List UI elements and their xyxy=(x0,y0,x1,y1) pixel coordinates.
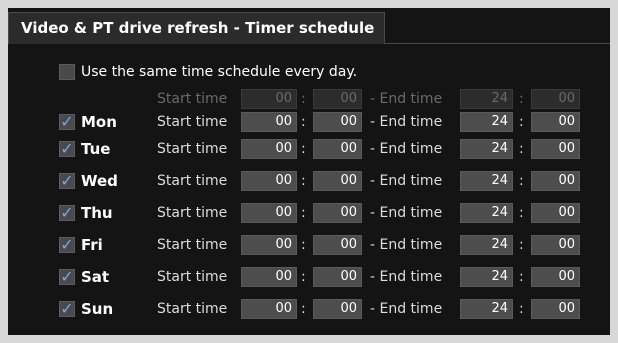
start-hour-field[interactable]: 00 xyxy=(241,112,297,132)
day-label: Sun xyxy=(81,300,114,318)
start-colon: : xyxy=(301,141,306,157)
same-schedule-checkbox[interactable] xyxy=(59,64,75,80)
day-label: Tue xyxy=(81,140,111,158)
start-colon: : xyxy=(301,114,306,130)
same-end-hour-field[interactable]: 24 xyxy=(460,89,513,109)
start-time-label: Start time xyxy=(157,141,228,157)
end-colon: : xyxy=(519,173,524,189)
day-row-sat: ✓ Sat Start time 00:00- End time 24:00 xyxy=(8,266,610,288)
start-time-label: Start time xyxy=(157,114,228,130)
day-row-fri: ✓ Fri Start time 00:00- End time 24:00 xyxy=(8,234,610,256)
same-start-time-label: Start time xyxy=(157,91,228,107)
end-hour-field[interactable]: 24 xyxy=(460,171,513,191)
day-row-sun: ✓ Sun Start time 00:00- End time 24:00 xyxy=(8,298,610,320)
end-minute-field[interactable]: 00 xyxy=(531,203,580,223)
start-colon: : xyxy=(301,301,306,317)
check-icon: ✓ xyxy=(60,112,74,131)
end-colon: : xyxy=(519,205,524,221)
start-minute-field[interactable]: 00 xyxy=(313,112,362,132)
end-minute-field[interactable]: 00 xyxy=(531,299,580,319)
day-row-thu: ✓ Thu Start time 00:00- End time 24:00 xyxy=(8,202,610,224)
start-time-label: Start time xyxy=(157,205,228,221)
check-icon: ✓ xyxy=(60,299,74,318)
end-hour-field[interactable]: 24 xyxy=(460,235,513,255)
end-colon: : xyxy=(519,301,524,317)
day-label: Sat xyxy=(81,268,110,286)
start-hour-field[interactable]: 00 xyxy=(241,267,297,287)
end-minute-field[interactable]: 00 xyxy=(531,171,580,191)
end-time-label: - End time xyxy=(370,237,443,253)
start-minute-field[interactable]: 00 xyxy=(313,139,362,159)
start-time-label: Start time xyxy=(157,301,228,317)
start-time-label: Start time xyxy=(157,269,228,285)
same-end-colon: : xyxy=(519,91,524,107)
end-time-label: - End time xyxy=(370,114,443,130)
start-minute-field[interactable]: 00 xyxy=(313,203,362,223)
start-minute-field[interactable]: 00 xyxy=(313,299,362,319)
check-icon: ✓ xyxy=(60,203,74,222)
day-label: Mon xyxy=(81,113,117,131)
same-start-colon: : xyxy=(301,91,306,107)
start-colon: : xyxy=(301,173,306,189)
check-icon: ✓ xyxy=(60,139,74,158)
end-hour-field[interactable]: 24 xyxy=(460,112,513,132)
end-minute-field[interactable]: 00 xyxy=(531,139,580,159)
end-hour-field[interactable]: 24 xyxy=(460,299,513,319)
day-label: Thu xyxy=(81,204,113,222)
end-hour-field[interactable]: 24 xyxy=(460,203,513,223)
end-hour-field[interactable]: 24 xyxy=(460,267,513,287)
start-minute-field[interactable]: 00 xyxy=(313,267,362,287)
end-time-label: - End time xyxy=(370,173,443,189)
day-row-wed: ✓ Wed Start time 00:00- End time 24:00 xyxy=(8,170,610,192)
start-hour-field[interactable]: 00 xyxy=(241,299,297,319)
same-schedule-label: Use the same time schedule every day. xyxy=(81,64,358,80)
same-schedule-time-row: Start time 00 : 00 - End time 24 : 00 xyxy=(8,88,610,110)
end-time-label: - End time xyxy=(370,141,443,157)
day-label: Fri xyxy=(81,236,103,254)
end-time-label: - End time xyxy=(370,269,443,285)
check-icon: ✓ xyxy=(60,171,74,190)
start-hour-field[interactable]: 00 xyxy=(241,171,297,191)
start-time-label: Start time xyxy=(157,237,228,253)
check-icon: ✓ xyxy=(60,235,74,254)
end-minute-field[interactable]: 00 xyxy=(531,267,580,287)
start-minute-field[interactable]: 00 xyxy=(313,235,362,255)
same-start-minute-field[interactable]: 00 xyxy=(313,89,362,109)
start-minute-field[interactable]: 00 xyxy=(313,171,362,191)
end-minute-field[interactable]: 00 xyxy=(531,112,580,132)
end-colon: : xyxy=(519,141,524,157)
end-minute-field[interactable]: 00 xyxy=(531,235,580,255)
end-colon: : xyxy=(519,237,524,253)
start-colon: : xyxy=(301,237,306,253)
day-row-tue: ✓ Tue Start time 00:00- End time 24:00 xyxy=(8,138,610,160)
same-end-minute-field[interactable]: 00 xyxy=(531,89,580,109)
same-end-time-label: - End time xyxy=(370,91,443,107)
timer-schedule-panel: Video & PT drive refresh - Timer schedul… xyxy=(8,8,610,335)
start-colon: : xyxy=(301,269,306,285)
start-time-label: Start time xyxy=(157,173,228,189)
end-hour-field[interactable]: 24 xyxy=(460,139,513,159)
start-hour-field[interactable]: 00 xyxy=(241,235,297,255)
end-colon: : xyxy=(519,269,524,285)
end-time-label: - End time xyxy=(370,205,443,221)
end-colon: : xyxy=(519,114,524,130)
start-hour-field[interactable]: 00 xyxy=(241,203,297,223)
start-hour-field[interactable]: 00 xyxy=(241,139,297,159)
check-icon: ✓ xyxy=(60,267,74,286)
title-bar: Video & PT drive refresh - Timer schedul… xyxy=(8,8,610,44)
end-time-label: - End time xyxy=(370,301,443,317)
panel-title: Video & PT drive refresh - Timer schedul… xyxy=(8,12,386,44)
day-row-mon: ✓ Mon Start time 00:00- End time 24:00 xyxy=(8,111,610,133)
day-label: Wed xyxy=(81,172,118,190)
start-colon: : xyxy=(301,205,306,221)
same-start-hour-field[interactable]: 00 xyxy=(241,89,297,109)
